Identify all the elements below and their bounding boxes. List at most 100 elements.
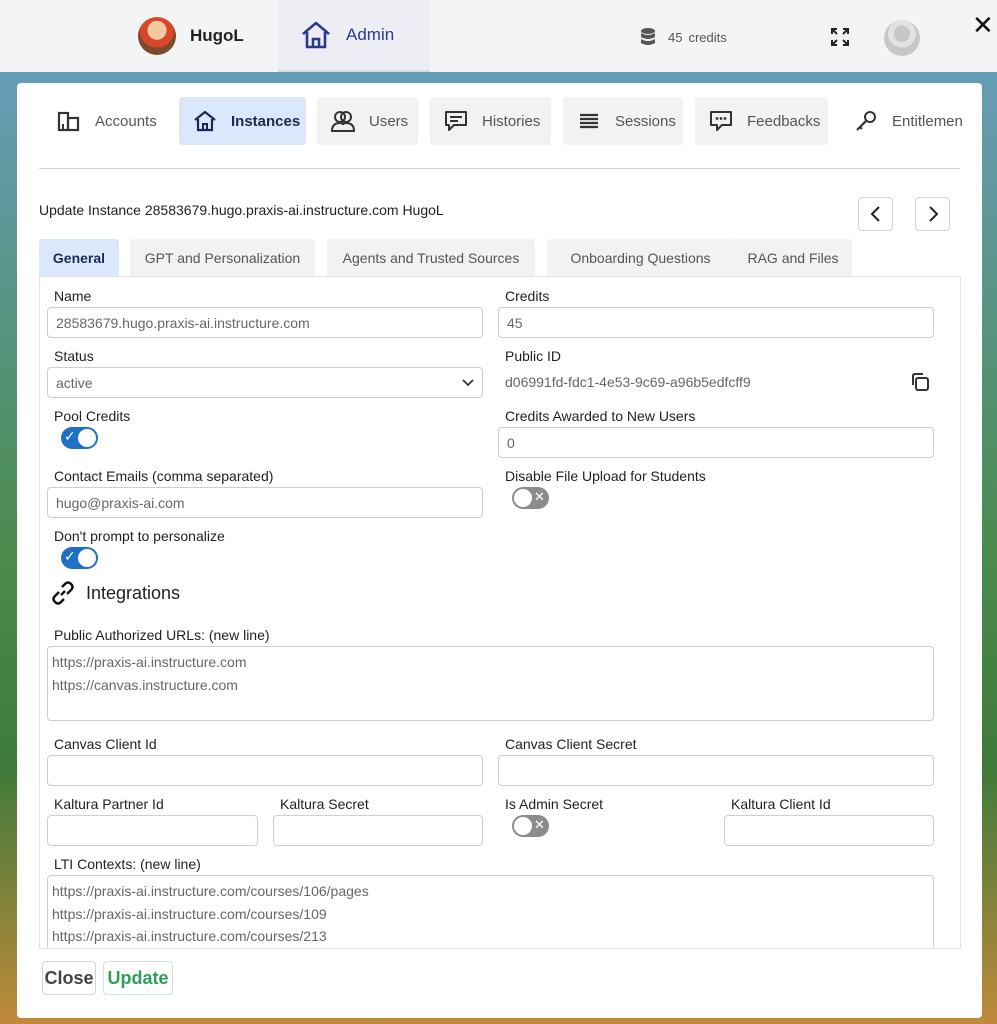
dont-prompt-label: Don't prompt to personalize: [54, 528, 225, 544]
users-icon: [331, 111, 355, 132]
pool-credits-label: Pool Credits: [54, 408, 131, 424]
home-icon: [302, 21, 330, 49]
name-input[interactable]: 28583679.hugo.praxis-ai.instructure.com: [47, 307, 483, 338]
tab-instances[interactable]: Instances: [179, 97, 306, 145]
toggle-knob: [78, 429, 96, 447]
avatar: [138, 17, 176, 55]
account-menu[interactable]: [884, 20, 920, 56]
dont-prompt-toggle[interactable]: ✓: [61, 547, 98, 569]
chevron-down-icon: [462, 378, 474, 386]
tab-gpt-personalization[interactable]: GPT and Personalization: [130, 239, 315, 277]
divider: [39, 168, 960, 169]
is-admin-secret-label: Is Admin Secret: [505, 796, 604, 812]
list-icon: [580, 113, 598, 129]
building-icon: [57, 111, 80, 132]
credits-count: 45: [668, 29, 683, 45]
x-icon: ✕: [534, 489, 545, 504]
tab-accounts-label: Accounts: [95, 112, 157, 130]
disable-upload-toggle[interactable]: ✕: [512, 487, 549, 509]
credits-unit: credits: [688, 29, 727, 45]
chevron-right-icon: [928, 206, 938, 222]
name-label: Name: [54, 288, 92, 304]
integrations-heading: Integrations: [50, 580, 180, 606]
home-icon: [194, 110, 216, 132]
integrations-title: Integrations: [86, 582, 181, 603]
disable-upload-label: Disable File Upload for Students: [505, 468, 706, 484]
toggle-knob: [514, 489, 532, 507]
pool-credits-toggle[interactable]: ✓: [61, 427, 98, 449]
public-url-line: https://canvas.instructure.com: [52, 676, 238, 693]
public-url-line: https://praxis-ai.instructure.com: [52, 654, 247, 670]
tab-rag-files[interactable]: RAG and Files: [734, 239, 852, 277]
tab-feedbacks-label: Feedbacks: [747, 112, 821, 130]
status-select[interactable]: active: [47, 367, 483, 398]
database-icon: [641, 28, 655, 45]
tab-general[interactable]: General: [39, 239, 119, 277]
copy-button[interactable]: [910, 372, 930, 397]
tab-sessions-label: Sessions: [615, 112, 676, 130]
tab-users-label: Users: [369, 112, 409, 130]
top-bar: HugoL Admin 45 credits ✕: [0, 0, 997, 72]
admin-tab[interactable]: Admin: [278, 0, 430, 72]
public-urls-textarea[interactable]: https://praxis-ai.instructure.com https:…: [47, 646, 934, 721]
lti-contexts-label: LTI Contexts: (new line): [54, 856, 201, 872]
kaltura-partner-input[interactable]: [47, 815, 258, 846]
kaltura-secret-input[interactable]: [273, 815, 483, 846]
check-icon: ✓: [64, 428, 76, 444]
canvas-client-id-input[interactable]: [47, 755, 483, 786]
status-label: Status: [54, 348, 94, 364]
admin-nav-tabs: Accounts Instances Users Histories Sessi…: [43, 97, 963, 145]
expand-icon: [831, 28, 849, 46]
tab-feedbacks[interactable]: Feedbacks: [695, 97, 828, 145]
public-id-label: Public ID: [505, 348, 562, 364]
next-button[interactable]: [915, 197, 950, 231]
username: HugoL: [190, 26, 244, 45]
tab-entitlements[interactable]: Entitlemen: [840, 97, 963, 145]
close-window-button[interactable]: ✕: [972, 12, 994, 38]
lti-context-line: https://praxis-ai.instructure.com/course…: [52, 905, 327, 922]
credits-awarded-label: Credits Awarded to New Users: [505, 408, 696, 424]
admin-label: Admin: [346, 25, 395, 44]
credits-awarded-input[interactable]: 0: [498, 427, 934, 458]
close-button[interactable]: Close: [42, 961, 96, 995]
tab-histories[interactable]: Histories: [430, 97, 551, 145]
link-icon: [52, 581, 74, 605]
chevron-left-icon: [870, 206, 880, 222]
contact-emails-label: Contact Emails (comma separated): [54, 468, 274, 484]
form-title: Update Instance 28583679.hugo.praxis-ai.…: [39, 202, 444, 218]
tab-entitlements-label: Entitlemen: [892, 112, 963, 130]
kaltura-client-input[interactable]: [724, 815, 934, 846]
canvas-client-id-label: Canvas Client Id: [54, 736, 157, 752]
canvas-client-secret-label: Canvas Client Secret: [505, 736, 637, 752]
key-icon: [856, 111, 876, 131]
toggle-knob: [514, 817, 532, 835]
tab-onboarding-questions[interactable]: Onboarding Questions: [547, 239, 734, 277]
canvas-client-secret-input[interactable]: [498, 755, 934, 786]
update-button[interactable]: Update: [103, 961, 173, 995]
tab-agents-trusted-sources[interactable]: Agents and Trusted Sources: [327, 239, 535, 277]
user-avatar-icon: [884, 20, 920, 56]
tab-users[interactable]: Users: [317, 97, 418, 145]
lti-contexts-textarea[interactable]: https://praxis-ai.instructure.com/course…: [47, 875, 934, 948]
tab-sessions[interactable]: Sessions: [563, 97, 683, 145]
general-form: Name 28583679.hugo.praxis-ai.instructure…: [39, 276, 961, 949]
tab-histories-label: Histories: [482, 112, 541, 130]
contact-emails-input[interactable]: hugo@praxis-ai.com: [47, 487, 483, 518]
credits-input[interactable]: 45: [498, 307, 934, 338]
user-profile[interactable]: HugoL: [138, 17, 244, 55]
status-value: active: [56, 374, 93, 391]
copy-icon: [912, 373, 929, 391]
public-urls-label: Public Authorized URLs: (new line): [54, 627, 270, 643]
is-admin-secret-toggle[interactable]: ✕: [512, 815, 549, 837]
credits-indicator: 45 credits: [640, 27, 727, 47]
fullscreen-button[interactable]: [831, 28, 849, 46]
toggle-knob: [78, 549, 96, 567]
previous-button[interactable]: [858, 197, 893, 231]
lti-context-line: https://praxis-ai.instructure.com/course…: [52, 928, 327, 944]
kaltura-client-label: Kaltura Client Id: [731, 796, 831, 812]
lti-context-line: https://praxis-ai.instructure.com/course…: [52, 883, 369, 899]
tab-instances-label: Instances: [231, 112, 301, 130]
tab-accounts[interactable]: Accounts: [43, 97, 177, 145]
kaltura-partner-label: Kaltura Partner Id: [54, 796, 164, 812]
chat-lines-icon: [445, 111, 467, 131]
